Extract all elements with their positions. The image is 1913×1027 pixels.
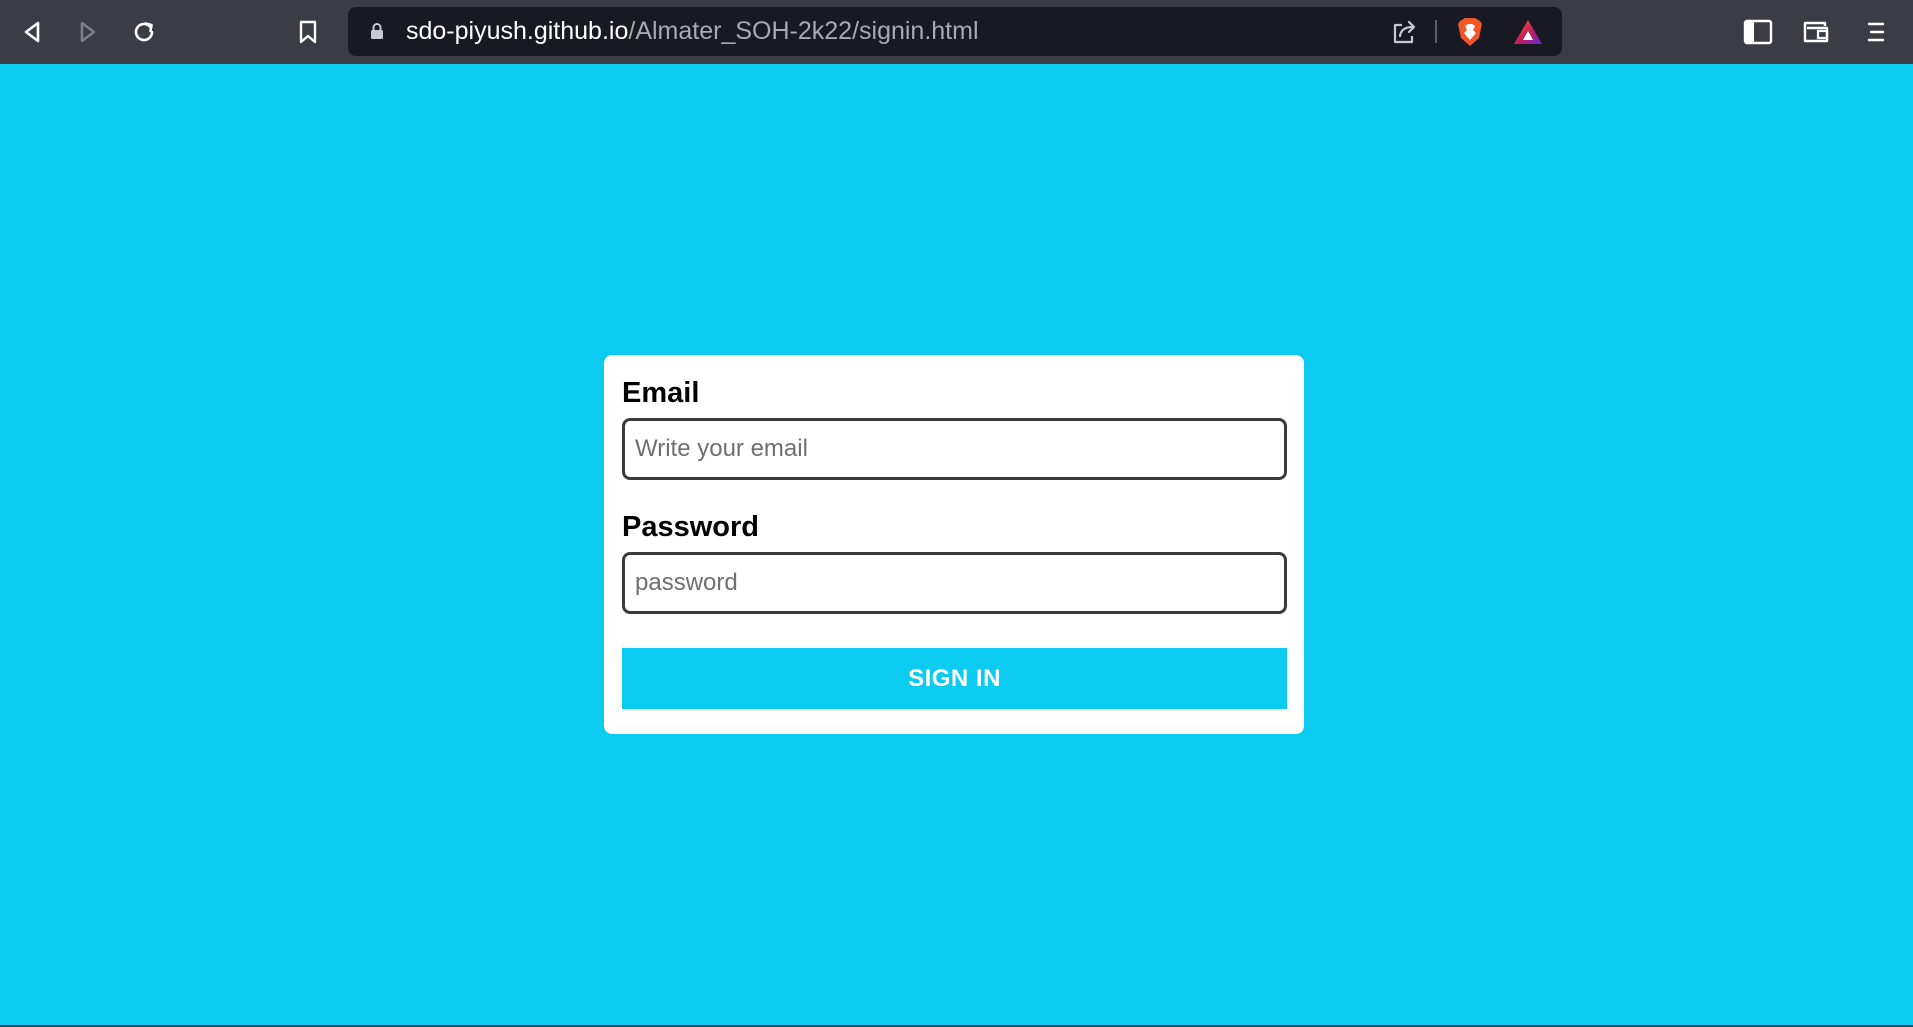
menu-icon[interactable]	[1856, 12, 1896, 52]
share-icon[interactable]	[1388, 16, 1420, 48]
address-bar[interactable]: sdo-piyush.github.io/Almater_SOH-2k22/si…	[348, 7, 1562, 56]
url-separator	[1435, 20, 1437, 43]
forward-arrow-icon[interactable]	[68, 12, 108, 52]
password-label: Password	[622, 511, 759, 543]
sign-in-button[interactable]: SIGN IN	[622, 648, 1287, 709]
browser-toolbar: sdo-piyush.github.io/Almater_SOH-2k22/si…	[0, 0, 1913, 64]
email-label: Email	[622, 377, 700, 409]
url-text[interactable]: sdo-piyush.github.io/Almater_SOH-2k22/si…	[406, 7, 979, 56]
url-path: /Almater_SOH-2k22/signin.html	[628, 17, 979, 45]
bookmark-icon[interactable]	[288, 12, 328, 52]
reload-icon[interactable]	[124, 12, 164, 52]
password-field[interactable]	[622, 552, 1287, 614]
wallet-icon[interactable]	[1796, 12, 1836, 52]
brave-shield-icon[interactable]	[1454, 16, 1486, 48]
email-field[interactable]	[622, 418, 1287, 480]
sidebar-icon[interactable]	[1738, 12, 1778, 52]
lock-icon	[370, 22, 384, 45]
brave-rewards-icon[interactable]	[1512, 16, 1544, 48]
url-host: sdo-piyush.github.io	[406, 17, 629, 45]
back-arrow-icon[interactable]	[12, 12, 52, 52]
signin-card: Email Password SIGN IN	[604, 355, 1304, 734]
